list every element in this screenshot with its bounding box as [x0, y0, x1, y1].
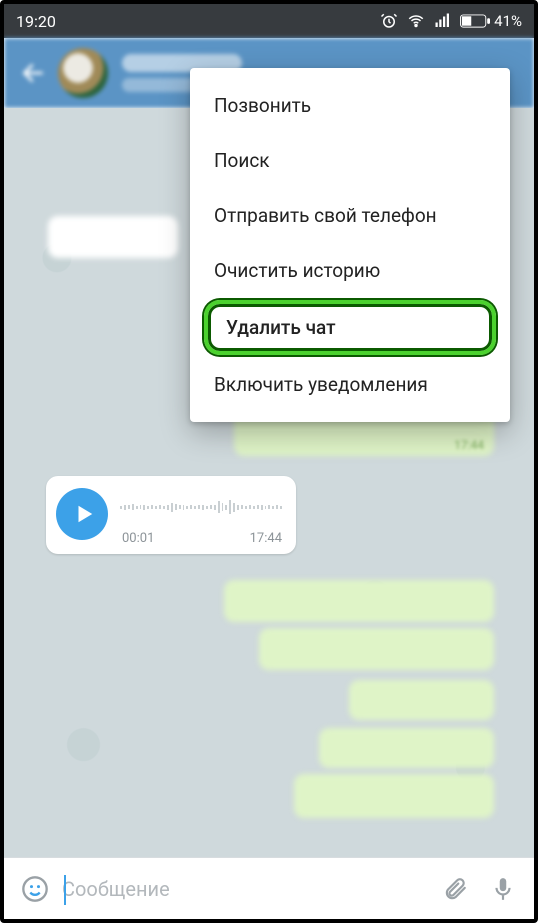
menu-item-3[interactable]: Очистить историю	[190, 243, 510, 298]
back-button[interactable]	[10, 50, 56, 96]
emoji-button[interactable]	[14, 868, 56, 910]
menu-item-2[interactable]: Отправить свой телефон	[190, 188, 510, 243]
signal-icon	[434, 12, 452, 30]
status-tray: 41%	[380, 12, 522, 30]
alarm-icon	[380, 12, 398, 30]
clock: 19:20	[16, 12, 56, 31]
menu-item-5[interactable]: Включить уведомления	[190, 357, 510, 412]
input-bar	[4, 857, 534, 919]
chat-context-menu: ПозвонитьПоискОтправить свой телефонОчис…	[190, 68, 510, 422]
attach-button[interactable]	[434, 868, 476, 910]
battery-indicator: 41%	[460, 12, 522, 30]
wifi-icon	[406, 12, 426, 30]
menu-item-0[interactable]: Позвонить	[190, 78, 510, 133]
battery-pct: 41%	[494, 12, 522, 30]
status-bar: 19:20 41%	[4, 4, 534, 38]
avatar[interactable]	[58, 48, 108, 98]
menu-item-4[interactable]: Удалить чат	[204, 300, 496, 355]
menu-item-1[interactable]: Поиск	[190, 133, 510, 188]
mic-button[interactable]	[482, 868, 524, 910]
message-input[interactable]	[62, 868, 428, 910]
